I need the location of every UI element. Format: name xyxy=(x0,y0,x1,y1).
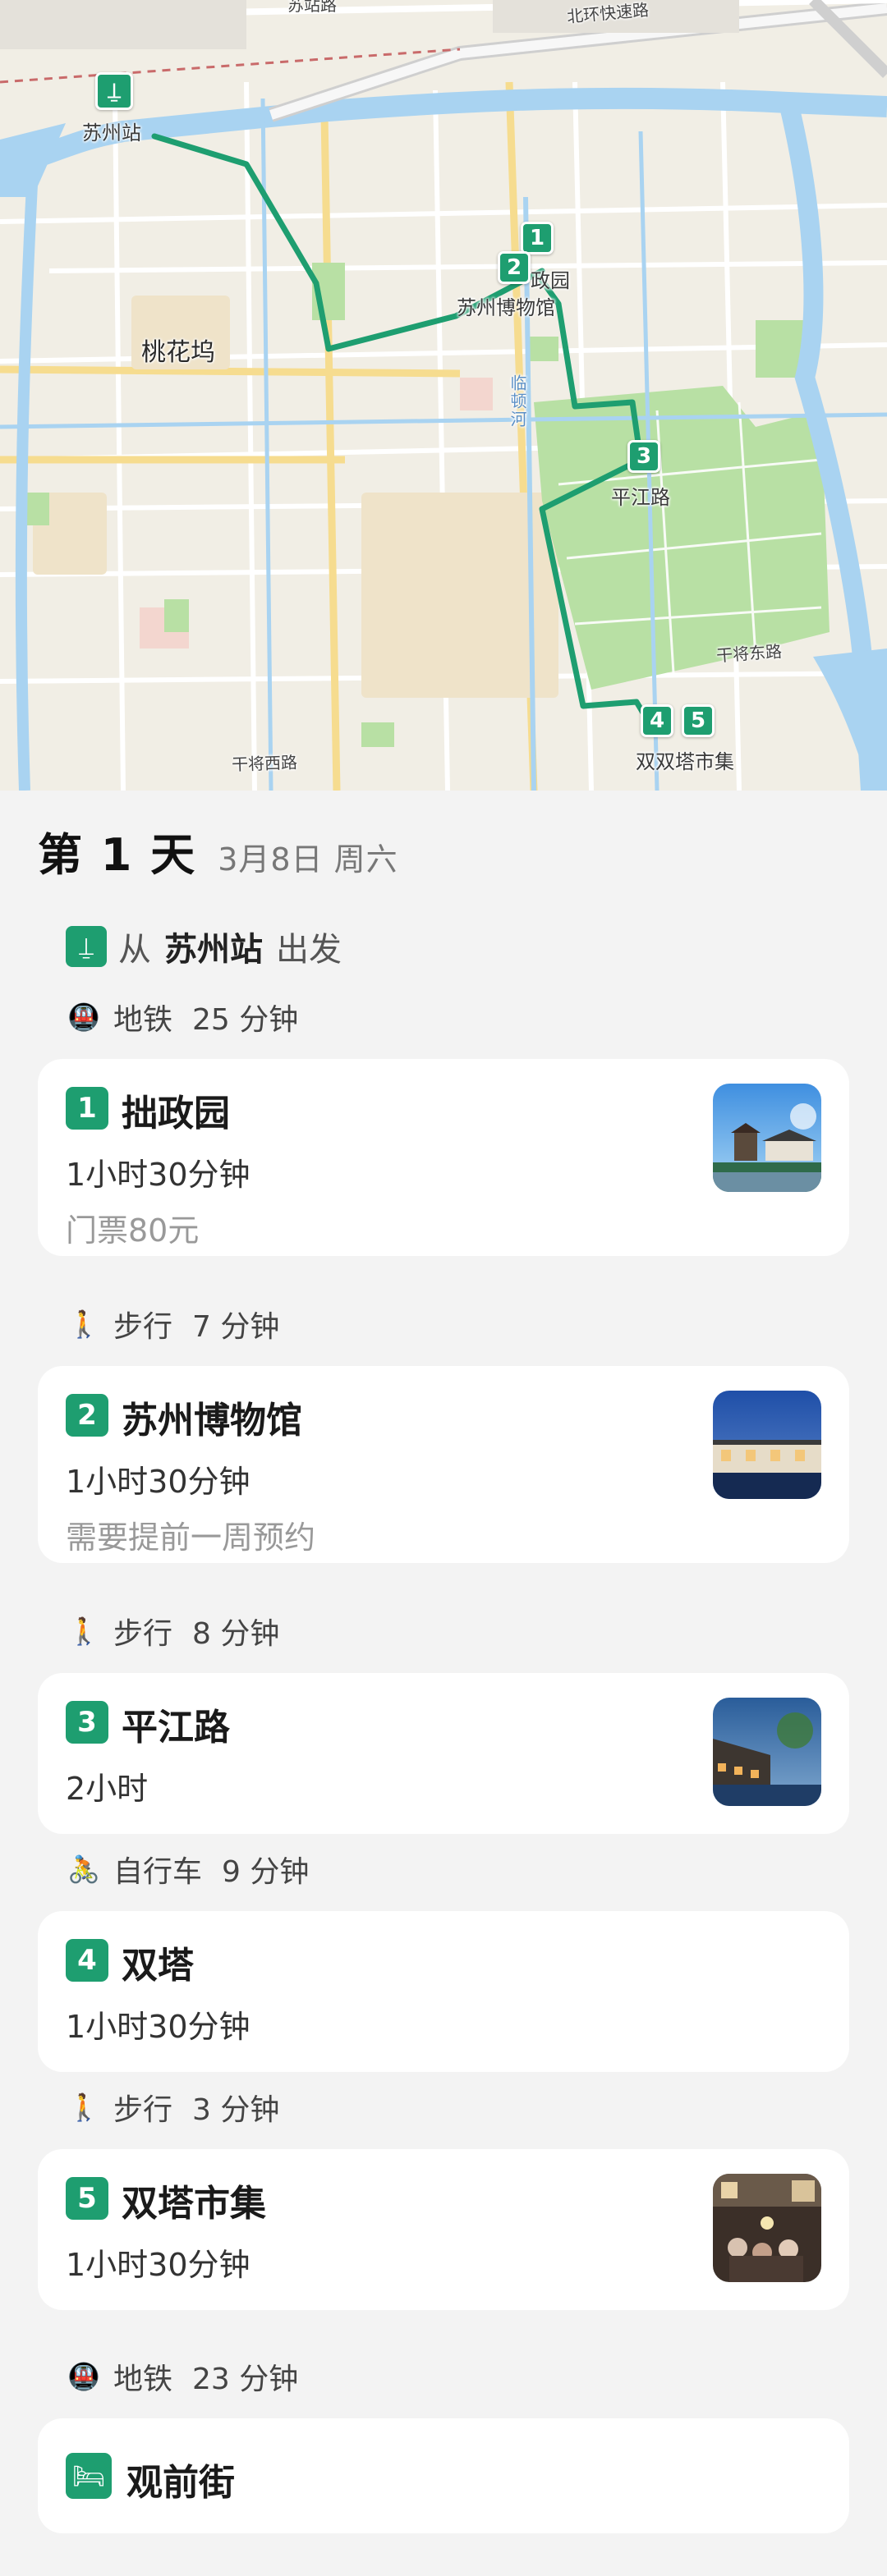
stop-number-badge: 1 xyxy=(66,1087,108,1130)
route-map[interactable]: ⍊ 1 2 3 4 5 苏州站 桃花坞 苏州博物馆 政园 平江路 双双塔市集 临… xyxy=(0,0,887,791)
map-pin-1[interactable]: 1 xyxy=(521,222,554,254)
transit-row: 🚇 地铁 23 分钟 xyxy=(66,2355,298,2398)
map-label-shuangta-market: 双双塔市集 xyxy=(636,750,734,773)
hotel-bed-icon: 🛏 xyxy=(66,2453,112,2499)
transit-row: 🚶 步行 3 分钟 xyxy=(66,2086,279,2129)
stop-duration: 1小时30分钟 xyxy=(66,1464,250,1500)
stop-duration: 2小时 xyxy=(66,1771,149,1807)
itinerary-panel: 第 1 天 3月8日 周六 ⍊ 从 苏州站 出发 🚇 地铁 25 分钟 1 拙政… xyxy=(0,791,887,2576)
stop-number-badge: 4 xyxy=(66,1939,108,1982)
transit-row: 🚶 步行 8 分钟 xyxy=(66,1610,279,1652)
stop-card-1[interactable]: 1 拙政园 1小时30分钟 门票80元 xyxy=(38,1059,849,1256)
stop-number-badge: 5 xyxy=(66,2177,108,2220)
bicycle-icon: 🚴 xyxy=(67,1854,100,1885)
map-label-taohuawu: 桃花坞 xyxy=(141,338,215,367)
stop-thumbnail[interactable] xyxy=(713,1698,821,1806)
train-station-icon: ⍊ xyxy=(66,926,107,967)
stop-number-badge: 3 xyxy=(66,1701,108,1744)
map-label-ganjiang-west: 干将西路 xyxy=(231,752,298,775)
map-pin-3[interactable]: 3 xyxy=(627,440,660,473)
stop-name: 苏州博物馆 xyxy=(122,1400,302,1442)
day-date: 3月8日 周六 xyxy=(218,841,398,878)
map-label-top-road: 苏站路 xyxy=(287,0,337,15)
subway-icon: 🚇 xyxy=(67,1002,100,1033)
hotel-name: 观前街 xyxy=(126,2462,235,2504)
walk-icon: 🚶 xyxy=(67,1309,100,1340)
stop-duration: 1小时30分钟 xyxy=(66,1157,250,1193)
stop-card-5[interactable]: 5 双塔市集 1小时30分钟 xyxy=(38,2149,849,2310)
start-row[interactable]: ⍊ 从 苏州站 出发 xyxy=(66,923,342,970)
stop-card-4[interactable]: 4 双塔 1小时30分钟 xyxy=(38,1911,849,2072)
start-suffix: 出发 xyxy=(276,931,342,969)
stop-name: 平江路 xyxy=(122,1707,230,1749)
start-station-pin[interactable]: ⍊ xyxy=(95,72,133,110)
map-label-museum: 苏州博物馆 xyxy=(457,296,555,319)
stop-card-2[interactable]: 2 苏州博物馆 1小时30分钟 需要提前一周预约 xyxy=(38,1366,849,1563)
stop-number-badge: 2 xyxy=(66,1394,108,1437)
map-label-pingjiang: 平江路 xyxy=(611,486,670,509)
map-pin-4[interactable]: 4 xyxy=(641,704,673,737)
map-label-river: 临顿河 xyxy=(508,374,527,429)
stop-name: 拙政园 xyxy=(122,1093,230,1134)
stop-thumbnail[interactable] xyxy=(713,1391,821,1499)
stop-thumbnail[interactable] xyxy=(713,1084,821,1192)
map-pin-5[interactable]: 5 xyxy=(682,704,715,737)
day-header: 第 1 天 3月8日 周六 xyxy=(38,818,398,883)
stop-card-3[interactable]: 3 平江路 2小时 xyxy=(38,1673,849,1834)
stop-thumbnail[interactable] xyxy=(713,2174,821,2282)
walk-icon: 🚶 xyxy=(67,1616,100,1647)
hotel-card[interactable]: 🛏 观前街 xyxy=(38,2418,849,2533)
stop-duration: 1小时30分钟 xyxy=(66,2247,250,2283)
day-title: 第 1 天 xyxy=(38,829,197,881)
stop-note: 需要提前一周预约 xyxy=(66,1519,316,1556)
transit-row: 🚴 自行车 9 分钟 xyxy=(66,1848,309,1891)
map-label-zhuozheng: 政园 xyxy=(531,269,570,292)
map-pin-2[interactable]: 2 xyxy=(498,251,531,284)
map-label-ganjiang-east: 干将东路 xyxy=(715,641,783,666)
stop-name: 双塔 xyxy=(122,1945,194,1987)
walk-icon: 🚶 xyxy=(67,2092,100,2123)
transit-row: 🚶 步行 7 分钟 xyxy=(66,1303,279,1345)
transit-row: 🚇 地铁 25 分钟 xyxy=(66,996,298,1038)
map-label-station: 苏州站 xyxy=(82,121,141,144)
start-prefix: 从 xyxy=(118,931,151,969)
start-place: 苏州站 xyxy=(164,931,263,969)
stop-note: 门票80元 xyxy=(66,1212,200,1249)
subway-icon: 🚇 xyxy=(67,2361,100,2392)
stop-duration: 1小时30分钟 xyxy=(66,2009,250,2045)
stop-name: 双塔市集 xyxy=(122,2183,266,2225)
